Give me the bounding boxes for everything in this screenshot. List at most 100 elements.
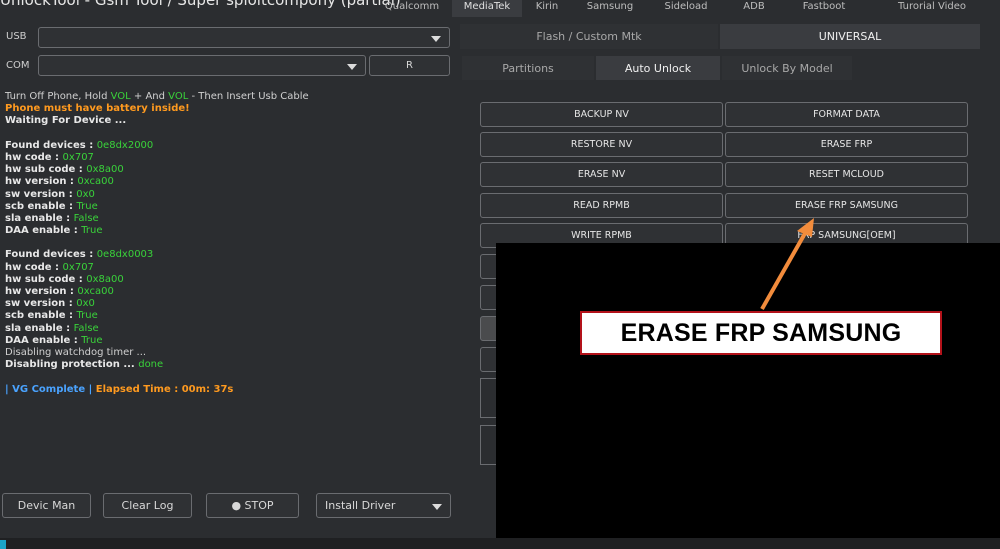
log-line: hw version : 0xca00 [5,176,452,188]
log-text: done [138,359,164,371]
format-data-button[interactable]: FORMAT DATA [725,102,968,127]
log-text: Turn Off Phone, Hold [5,91,111,102]
log-text: 0xca00 [77,286,114,297]
log-text: scb enable : [5,310,77,322]
log-text: - Then Insert Usb Cable [188,91,309,102]
tab-fastboot[interactable]: Fastboot [784,0,864,17]
com-select[interactable] [38,55,366,76]
log-text: hw version : [5,176,78,188]
log-text: 0xca00 [77,176,114,188]
chevron-down-icon [347,63,357,70]
log-line: Disabling protection ... done [5,359,452,371]
log-line: hw version : 0xca00 [5,286,452,298]
tab-mediatek[interactable]: MediaTek [452,0,522,17]
log-line: sla enable : False [5,323,452,335]
log-line: sw version : 0x0 [5,189,452,201]
clear-log-button[interactable]: Clear Log [103,493,192,518]
tab-kirin[interactable]: Kirin [522,0,572,17]
log-text: hw code : [5,151,63,163]
backup-nv-button[interactable]: BACKUP NV [480,102,723,127]
log-text: scb enable : [5,200,77,212]
log-line: scb enable : True [5,310,452,322]
tab-universal[interactable]: UNIVERSAL [720,24,980,49]
status-strip [0,538,1000,549]
progress-indicator [0,540,6,549]
tab-partitions[interactable]: Partitions [462,56,594,80]
log-line: Found devices : 0e8dx0003 [5,249,452,261]
tab-flash-custom-mtk[interactable]: Flash / Custom Mtk [460,24,718,49]
log-text: Found devices : [5,249,97,261]
log-text: sla enable : [5,212,74,224]
erase-frp-button[interactable]: ERASE FRP [725,132,968,157]
log-text: Disabling watchdog timer ... [5,346,147,358]
erase-frp-samsung-callout: ERASE FRP SAMSUNG [580,311,942,355]
chevron-down-icon [432,503,442,510]
install-driver-select[interactable]: Install Driver [316,493,451,518]
log-line: DAA enable : True [5,335,452,347]
log-text: False [73,212,99,224]
log-line: Disabling watchdog timer ... [5,347,452,359]
log-line: scb enable : True [5,201,452,213]
log-text: 0e8dx0003 [96,249,154,261]
log-text: 0x8a00 [86,164,124,176]
log-line: Found devices : 0e8dx2000 [5,140,452,152]
log-text: True [81,334,103,346]
stop-button[interactable]: ● STOP [206,493,299,518]
log-output: Turn Off Phone, Hold VOL + And VOL - The… [1,84,452,484]
log-line: sla enable : False [5,213,452,225]
log-text: 0x707 [62,151,94,163]
log-line: Phone must have battery inside! [5,103,452,115]
log-spacer [5,237,452,249]
log-spacer [5,128,452,140]
log-text: sla enable : [5,322,74,334]
log-text: 0x0 [76,188,95,200]
log-spacer [5,371,452,383]
log-line: Waiting For Device ... [5,115,452,127]
log-text: Found devices : [5,139,97,151]
log-line: hw sub code : 0x8a00 [5,164,452,176]
log-text: hw sub code : [5,164,87,176]
log-text: Waiting For Device ... [5,115,127,127]
log-text: VOL [168,91,189,102]
read-rpmb-button[interactable]: READ RPMB [480,193,723,218]
overlay-panel [496,243,1000,549]
tab-tutorial-video[interactable]: Turorial Video [864,0,1000,17]
tab-auto-unlock[interactable]: Auto Unlock [596,56,720,80]
log-text: Elapsed Time : 00m: 37s [92,383,234,395]
log-text: 0x8a00 [86,273,124,285]
log-text: VOL [110,91,131,102]
tab-sideload[interactable]: Sideload [648,0,724,17]
tab-adb[interactable]: ADB [724,0,784,17]
log-text: hw code : [5,261,63,273]
log-text: False [73,322,99,334]
restore-nv-button[interactable]: RESTORE NV [480,132,723,157]
log-text: + And [130,91,169,102]
device-manager-button[interactable]: Devic Man [2,493,91,518]
log-text: DAA enable : [5,334,82,346]
log-text: 0e8dx2000 [96,139,154,151]
tab-qualcomm[interactable]: Qualcomm [372,0,452,17]
chevron-down-icon [431,35,441,42]
usb-label: USB [6,31,27,42]
log-text: sw version : [5,188,77,200]
log-text: True [76,200,98,212]
log-text: DAA enable : [5,225,82,237]
usb-select[interactable] [38,27,450,48]
log-text: True [81,225,103,237]
tab-samsung[interactable]: Samsung [572,0,648,17]
refresh-com-button[interactable]: R [369,55,450,76]
log-line: DAA enable : True [5,225,452,237]
log-text: Phone must have battery inside! [5,103,190,115]
reset-mcloud-button[interactable]: RESET MCLOUD [725,162,968,187]
log-line: sw version : 0x0 [5,298,452,310]
platform-tabs: Qualcomm MediaTek Kirin Samsung Sideload… [372,0,1000,17]
tab-unlock-by-model[interactable]: Unlock By Model [722,56,852,80]
log-text: hw sub code : [5,273,87,285]
log-text: 0x707 [62,261,94,273]
erase-nv-button[interactable]: ERASE NV [480,162,723,187]
log-text: 0x0 [76,298,95,310]
log-text: hw version : [5,286,78,297]
log-line: hw sub code : 0x8a00 [5,274,452,286]
log-text: sw version : [5,298,77,310]
erase-frp-samsung-button[interactable]: ERASE FRP SAMSUNG [725,193,968,218]
